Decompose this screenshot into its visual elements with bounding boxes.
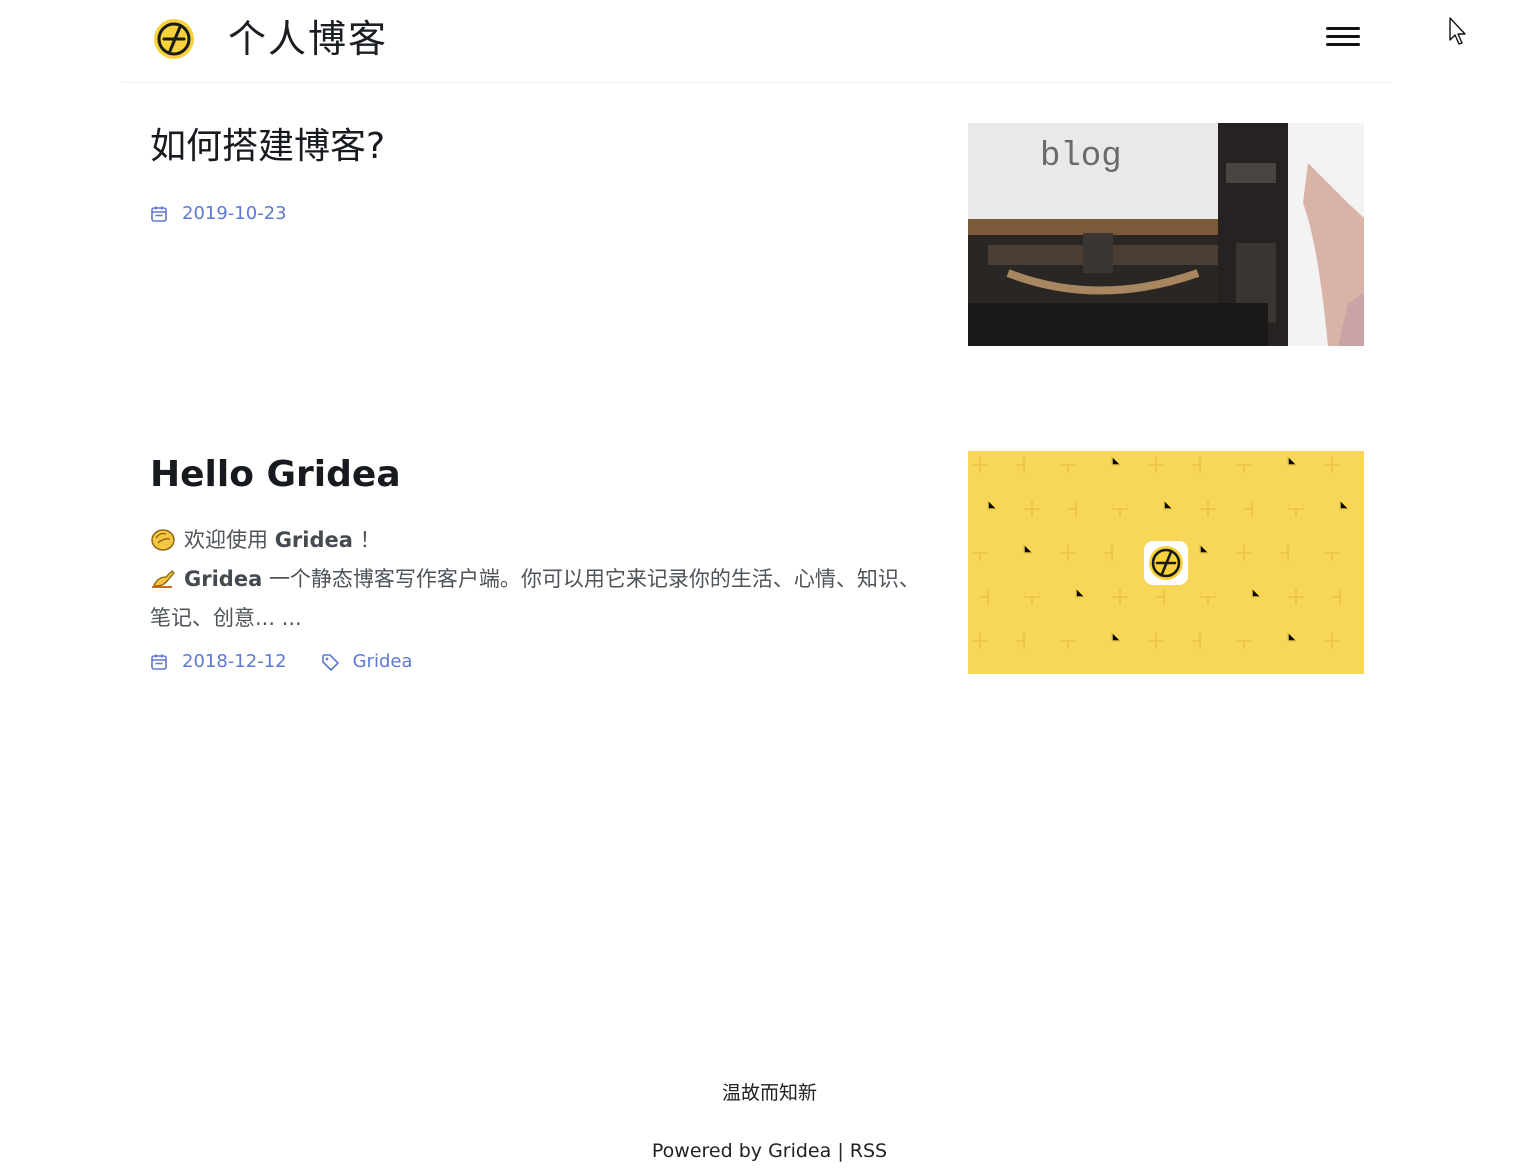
post-card: 如何搭建博客? 2019-10-23 blog bbox=[150, 123, 1364, 346]
excerpt-text: ！ bbox=[359, 528, 381, 552]
footer-powered: Powered by Gridea | RSS bbox=[0, 1140, 1539, 1162]
post-excerpt: 欢迎使用 Gridea ！ Gridea 一个静态博客写作客户端。你可以用它来记… bbox=[150, 521, 940, 638]
tag-icon bbox=[321, 653, 339, 671]
excerpt-line: Gridea 一个静态博客写作客户端。你可以用它来记录你的生活、心情、知识、笔记… bbox=[150, 560, 940, 638]
rss-link[interactable]: RSS bbox=[850, 1140, 887, 1162]
writing-hand-icon bbox=[152, 570, 175, 588]
post-title[interactable]: Hello Gridea bbox=[150, 451, 401, 499]
footer-motto: 温故而知新 bbox=[721, 1082, 817, 1104]
calendar-icon bbox=[151, 206, 167, 222]
hamburger-menu-icon[interactable] bbox=[1326, 24, 1360, 52]
post-date-text: 2018-12-12 bbox=[182, 651, 287, 672]
site-header: 个人博客 bbox=[122, 0, 1392, 83]
gridea-link[interactable]: Gridea bbox=[768, 1140, 831, 1162]
post-date: 2019-10-23 bbox=[150, 203, 287, 224]
excerpt-bold: Gridea bbox=[274, 528, 353, 552]
post-meta: 2019-10-23 bbox=[150, 203, 321, 224]
gridea-yellow-image[interactable] bbox=[968, 451, 1364, 674]
mouse-cursor-icon bbox=[1449, 17, 1466, 45]
excerpt-bold: Gridea bbox=[184, 567, 263, 591]
site-title[interactable]: 个人博客 bbox=[228, 12, 388, 66]
excerpt-text: 欢迎使用 bbox=[184, 528, 268, 552]
powered-by-text: Powered by bbox=[651, 1140, 763, 1162]
post-tag[interactable]: Gridea bbox=[321, 651, 413, 672]
gridea-logo-icon[interactable] bbox=[152, 17, 196, 61]
typewriter-blog-image[interactable]: blog bbox=[968, 123, 1364, 346]
excerpt-line: 欢迎使用 Gridea ！ bbox=[150, 521, 940, 560]
post-card: Hello Gridea 欢迎使用 Gridea ！ Gridea 一个静态博客… bbox=[150, 451, 1364, 674]
thumbnail-blog-text: blog bbox=[1040, 138, 1122, 176]
post-tag-text[interactable]: Gridea bbox=[353, 651, 413, 672]
footer-separator: | bbox=[837, 1140, 844, 1162]
post-title[interactable]: 如何搭建博客? bbox=[150, 123, 385, 171]
post-date: 2018-12-12 bbox=[150, 651, 287, 672]
post-meta: 2018-12-12 Gridea bbox=[150, 651, 447, 672]
excerpt-text: 一个静态博客写作客户端。你可以用它来记录你的生活、心情、知识、笔记、创意... … bbox=[150, 567, 920, 630]
calendar-icon bbox=[151, 654, 167, 670]
clapping-hands-icon bbox=[151, 529, 175, 551]
post-date-text: 2019-10-23 bbox=[182, 203, 287, 224]
